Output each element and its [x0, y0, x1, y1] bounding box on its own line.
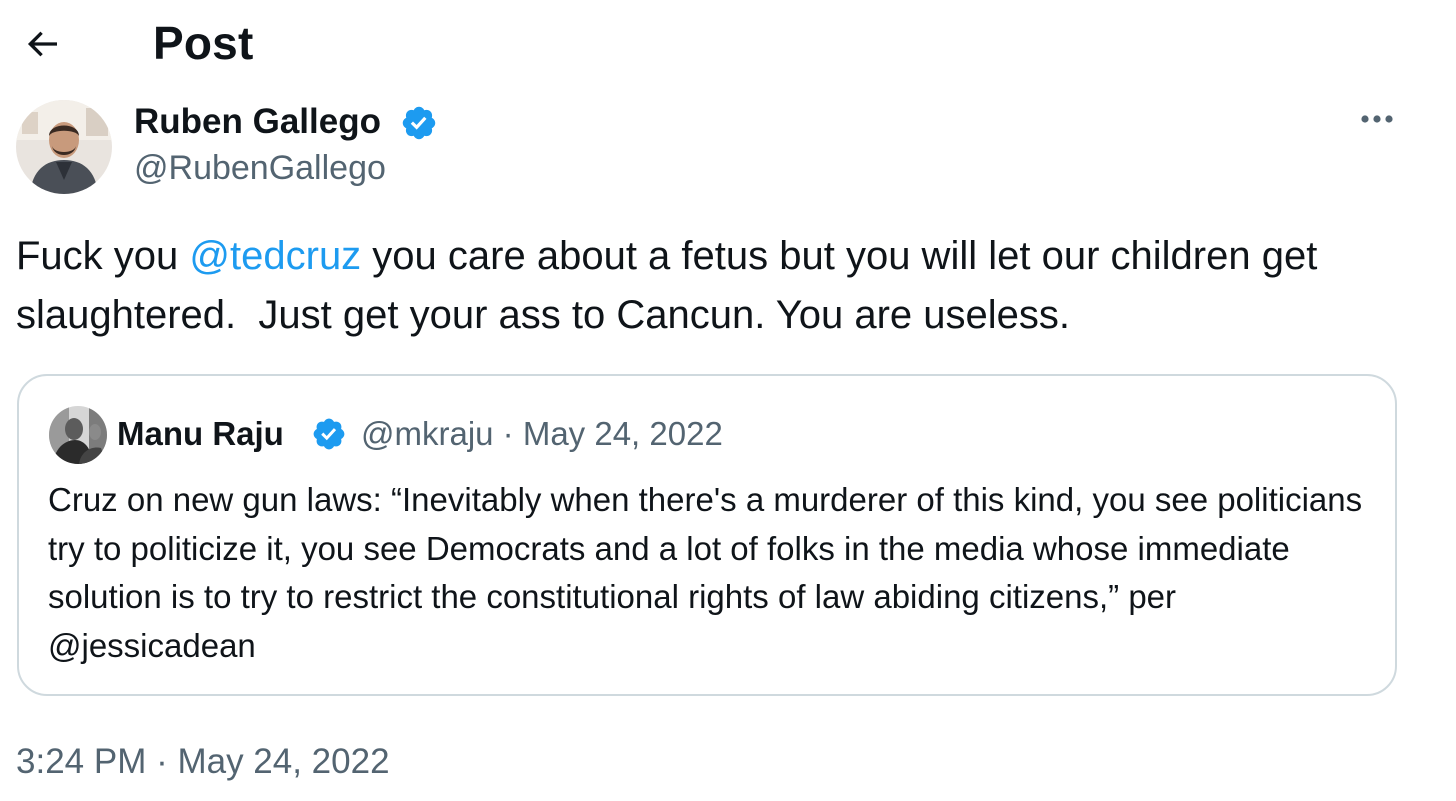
more-horizontal-icon	[1361, 115, 1393, 123]
verified-badge-icon	[402, 106, 436, 140]
quoted-avatar-image	[49, 406, 107, 464]
page-header: Post	[0, 0, 1456, 88]
page-title: Post	[153, 17, 254, 69]
avatar-image	[16, 100, 112, 194]
quoted-post-card[interactable]: Manu Raju @mkraju · May 24, 2022 Cruz on…	[17, 374, 1397, 696]
more-options-button[interactable]	[1352, 104, 1402, 134]
quoted-post-text: Cruz on new gun laws: “Inevitably when t…	[48, 481, 1363, 664]
post-text-part: Fuck you	[16, 234, 190, 278]
author-name[interactable]: Ruben Gallego	[134, 102, 381, 142]
post-timestamp[interactable]: 3:24 PM · May 24, 2022	[16, 740, 390, 784]
back-button[interactable]	[18, 20, 66, 68]
quoted-avatar	[49, 406, 107, 464]
post-text: Fuck you @tedcruz you care about a fetus…	[16, 227, 1436, 345]
verified-badge-icon	[313, 418, 345, 450]
mention-link[interactable]: @tedcruz	[189, 234, 361, 278]
quoted-handle-and-date: @mkraju · May 24, 2022	[361, 415, 723, 452]
author-handle[interactable]: @RubenGallego	[134, 148, 386, 188]
avatar[interactable]	[16, 100, 112, 194]
arrow-left-icon	[27, 31, 57, 57]
post-author-row: Ruben Gallego @RubenGallego	[16, 100, 1436, 196]
quoted-author-name: Manu Raju	[117, 415, 284, 452]
